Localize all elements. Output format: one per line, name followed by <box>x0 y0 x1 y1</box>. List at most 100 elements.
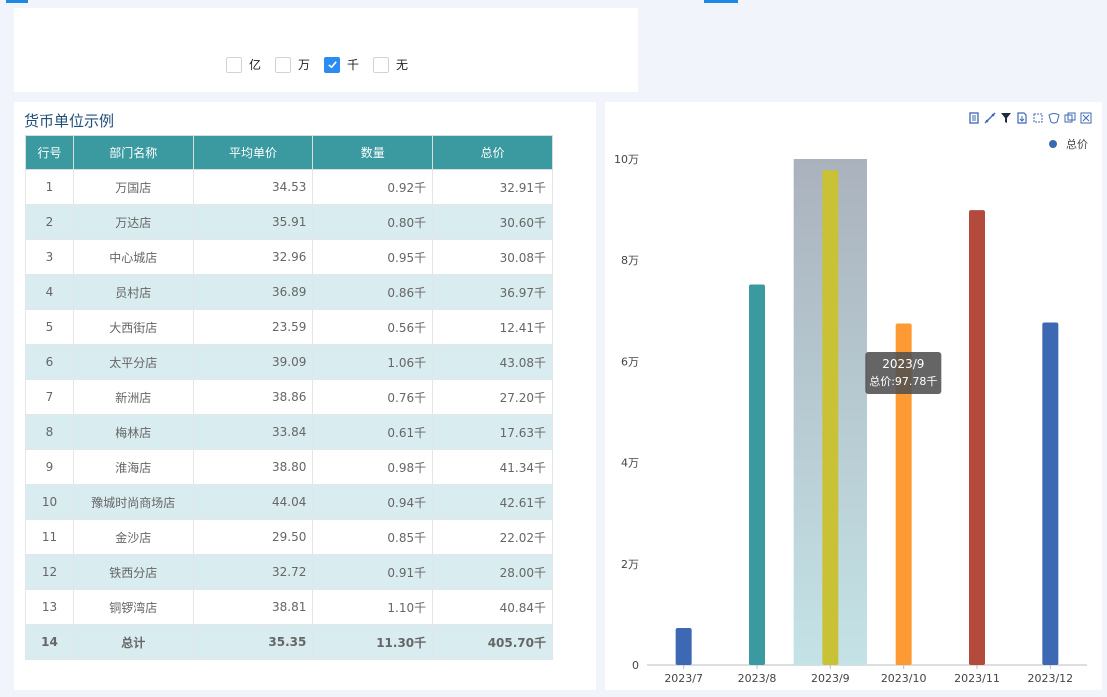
table-cell: 38.80 <box>192 449 314 485</box>
table-cell: 太平分店 <box>72 344 194 380</box>
table-row[interactable]: 11 金沙店 29.50 0.85千 22.02千 <box>25 519 553 555</box>
checkbox-checked-icon[interactable] <box>324 56 341 73</box>
column-header[interactable]: 平均单价 <box>192 135 314 170</box>
x-tick-label: 2023/12 <box>1027 672 1073 685</box>
total-cell: 405.70千 <box>432 624 553 660</box>
table-cell: 新洲店 <box>72 379 194 415</box>
table-cell: 23.59 <box>192 309 314 345</box>
table-cell: 29.50 <box>192 519 314 555</box>
table-row[interactable]: 5 大西街店 23.59 0.56千 12.41千 <box>25 309 553 345</box>
unit-option-1[interactable]: 万 <box>275 56 310 73</box>
currency-unit-panel: 亿万千无 <box>14 8 638 92</box>
bar[interactable] <box>749 284 765 665</box>
table-total-row: 14 总计 35.35 11.30千 405.70千 <box>25 624 553 660</box>
x-tick-label: 2023/9 <box>811 672 850 685</box>
total-cell: 35.35 <box>192 624 314 660</box>
data-table: 行号 部门名称 平均单价 数量 总价 1 万国店 34.53 0.92千 32.91千 2 万达店 3… <box>25 135 553 660</box>
table-cell: 0.92千 <box>312 169 434 205</box>
table-cell: 38.81 <box>192 589 314 625</box>
total-cell: 总计 <box>72 624 194 660</box>
table-row[interactable]: 7 新洲店 38.86 0.76千 27.20千 <box>25 379 553 415</box>
checkbox-icon[interactable] <box>226 56 242 73</box>
table-cell: 0.91千 <box>312 554 434 590</box>
table-row[interactable]: 4 员村店 36.89 0.86千 36.97千 <box>25 274 553 310</box>
table-cell: 0.56千 <box>312 309 434 345</box>
table-cell: 5 <box>25 309 74 345</box>
table-cell: 金沙店 <box>72 519 194 555</box>
x-tick-label: 2023/11 <box>954 672 1000 685</box>
table-cell: 7 <box>25 379 74 415</box>
table-cell: 大西街店 <box>72 309 194 345</box>
unit-option-0[interactable]: 亿 <box>226 56 261 73</box>
bar-chart: 0 2万 4万 6万 8万 10万 2023/7 2023/8 2023/9 2023/10 202… <box>614 153 1087 685</box>
table-cell: 32.91千 <box>432 169 553 205</box>
column-header[interactable]: 总价 <box>432 135 553 170</box>
table-cell: 36.97千 <box>432 274 553 310</box>
table-cell: 30.60千 <box>432 204 553 240</box>
table-row[interactable]: 6 太平分店 39.09 1.06千 43.08千 <box>25 344 553 380</box>
chart-panel: 总价 0 2万 4万 6万 8万 10万 2023/7 2023/8 2023/9 2023/10… <box>605 102 1102 690</box>
table-cell: 17.63千 <box>432 414 553 450</box>
table-cell: 12.41千 <box>432 309 553 345</box>
column-header[interactable]: 数量 <box>312 135 434 170</box>
table-cell: 32.72 <box>192 554 314 590</box>
table-cell: 41.34千 <box>432 449 553 485</box>
unit-option-2[interactable]: 千 <box>324 56 359 73</box>
table-cell: 铜锣湾店 <box>72 589 194 625</box>
tooltip-value: 总价:97.78千 <box>869 374 937 388</box>
y-tick-label: 0 <box>632 659 639 672</box>
table-cell: 铁西分店 <box>72 554 194 590</box>
unit-options: 亿万千无 <box>226 56 422 73</box>
table-cell: 0.76千 <box>312 379 434 415</box>
table-row[interactable]: 3 中心城店 32.96 0.95千 30.08千 <box>25 239 553 275</box>
table-cell: 3 <box>25 239 74 275</box>
table-cell: 0.80千 <box>312 204 434 240</box>
bar[interactable] <box>675 628 692 665</box>
table-row[interactable]: 10 豫城时尚商场店 44.04 0.94千 42.61千 <box>25 484 553 520</box>
table-cell: 32.96 <box>192 239 314 275</box>
y-tick-label: 10万 <box>614 153 639 166</box>
x-tick-label: 2023/7 <box>664 672 703 685</box>
table-row[interactable]: 2 万达店 35.91 0.80千 30.60千 <box>25 204 553 240</box>
table-cell: 0.86千 <box>312 274 434 310</box>
table-cell: 34.53 <box>192 169 314 205</box>
table-cell: 中心城店 <box>72 239 194 275</box>
unit-option-3[interactable]: 无 <box>373 56 408 73</box>
table-cell: 0.61千 <box>312 414 434 450</box>
y-tick-label: 8万 <box>621 254 639 267</box>
table-cell: 1 <box>25 169 74 205</box>
table-cell: 2 <box>25 204 74 240</box>
table-row[interactable]: 13 铜锣湾店 38.81 1.10千 40.84千 <box>25 589 553 625</box>
y-tick-label: 4万 <box>621 457 639 470</box>
bar[interactable] <box>1042 322 1059 665</box>
table-cell: 30.08千 <box>432 239 553 275</box>
top-tab-indicator-right[interactable] <box>704 0 738 3</box>
tooltip-title: 2023/9 <box>882 357 924 371</box>
table-cell: 梅林店 <box>72 414 194 450</box>
top-tab-indicator-left[interactable] <box>6 0 28 3</box>
table-cell: 淮海店 <box>72 449 194 485</box>
y-tick-label: 2万 <box>621 558 639 571</box>
table-cell: 44.04 <box>192 484 314 520</box>
table-row[interactable]: 1 万国店 34.53 0.92千 32.91千 <box>25 169 553 205</box>
total-cell: 11.30千 <box>312 624 434 660</box>
column-header[interactable]: 部门名称 <box>72 135 194 170</box>
bar[interactable] <box>822 170 839 665</box>
table-cell: 39.09 <box>192 344 314 380</box>
table-row[interactable]: 12 铁西分店 32.72 0.91千 28.00千 <box>25 554 553 590</box>
bar[interactable] <box>969 210 985 665</box>
table-cell: 万国店 <box>72 169 194 205</box>
table-header-row: 行号 部门名称 平均单价 数量 总价 <box>25 135 553 170</box>
table-panel: 货币单位示例 行号 部门名称 平均单价 数量 总价 1 万国店 34.53 0.92千 32.9… <box>14 102 596 690</box>
table-row[interactable]: 8 梅林店 33.84 0.61千 17.63千 <box>25 414 553 450</box>
table-cell: 43.08千 <box>432 344 553 380</box>
table-cell: 28.00千 <box>432 554 553 590</box>
column-header[interactable]: 行号 <box>25 135 74 170</box>
x-tick-label: 2023/8 <box>738 672 777 685</box>
table-row[interactable]: 9 淮海店 38.80 0.98千 41.34千 <box>25 449 553 485</box>
checkbox-icon[interactable] <box>373 56 390 73</box>
checkbox-icon[interactable] <box>275 56 292 73</box>
table-cell: 员村店 <box>72 274 194 310</box>
table-cell: 22.02千 <box>432 519 553 555</box>
table-cell: 11 <box>25 519 74 555</box>
